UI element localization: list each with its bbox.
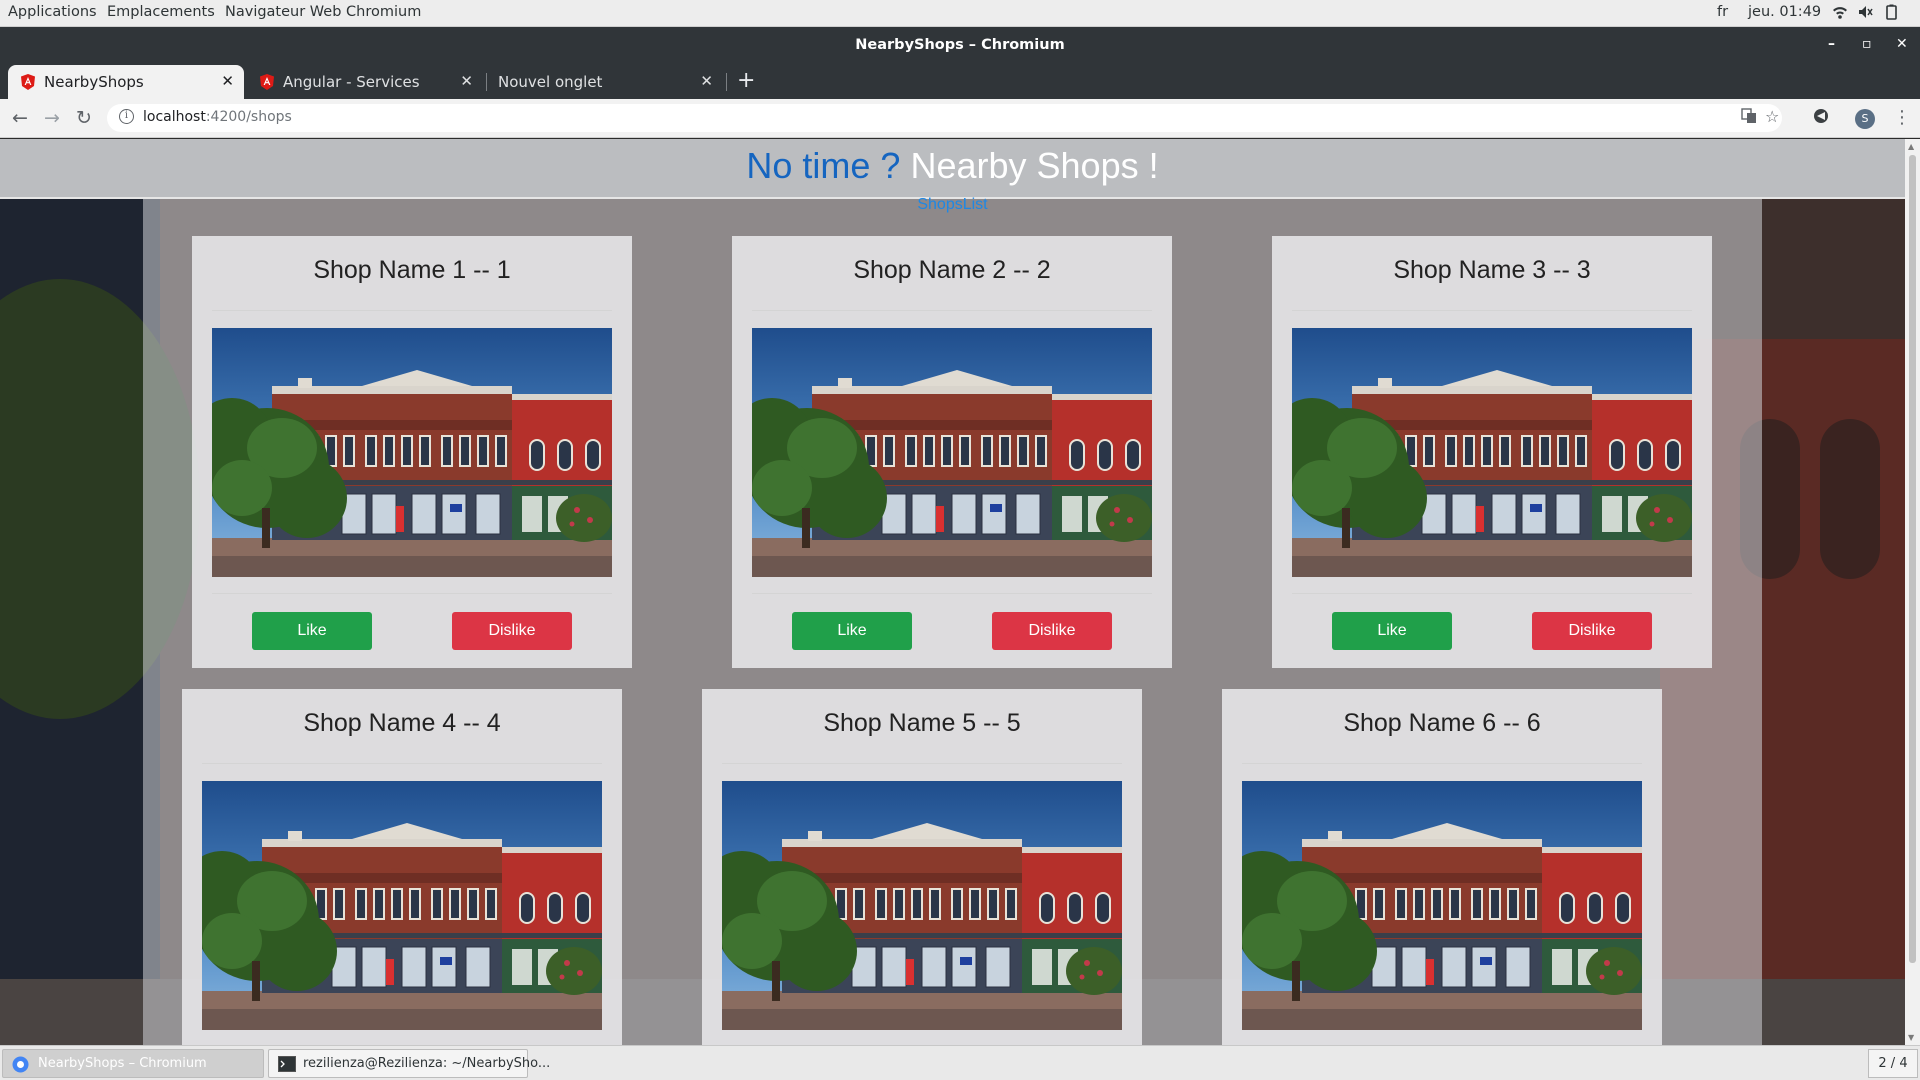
close-window-icon[interactable]: ✕ [1896, 36, 1908, 52]
scroll-down-arrow-icon[interactable]: ▼ [1908, 1033, 1914, 1042]
shop-card: Shop Name 1 -- 1 Like Dislike [192, 236, 632, 668]
kebab-menu-icon[interactable]: ⋮ [1893, 107, 1911, 128]
page-header: No time ? Nearby Shops ! [0, 139, 1905, 199]
taskbar-label: rezilienza@Rezilienza: ~/NearbySho... [303, 1056, 551, 1071]
like-button[interactable]: Like [1332, 612, 1452, 650]
tab-close-icon[interactable]: ✕ [221, 72, 234, 90]
applications-menu[interactable]: Applications [8, 4, 97, 20]
tab-label: Nouvel onglet [498, 73, 603, 91]
divider [212, 593, 612, 594]
taskbar-label: NearbyShops – Chromium [38, 1056, 207, 1071]
translate-icon[interactable] [1741, 108, 1757, 128]
bottom-taskbar: NearbyShops – Chromium rezilienza@Rezili… [0, 1045, 1920, 1080]
shop-name: Shop Name 6 -- 6 [1343, 709, 1541, 737]
shops-container: Shop Name 1 -- 1 Like Dislike Shop Name … [143, 199, 1762, 1045]
angular-icon [260, 74, 274, 90]
like-button[interactable]: Like [792, 612, 912, 650]
back-arrow-icon[interactable]: ← [12, 107, 28, 129]
window-title: NearbyShops – Chromium [855, 37, 1065, 53]
reload-icon[interactable]: ↻ [76, 107, 92, 129]
shop-name: Shop Name 1 -- 1 [313, 256, 511, 284]
scroll-up-arrow-icon[interactable]: ▲ [1908, 142, 1914, 151]
app-menu[interactable]: Navigateur Web Chromium [225, 4, 421, 20]
tab-label: NearbyShops [44, 73, 144, 91]
window-title-bar: NearbyShops – Chromium – ▫ ✕ [0, 27, 1920, 65]
dislike-button[interactable]: Dislike [992, 612, 1112, 650]
shop-photo [722, 781, 1122, 1030]
clock[interactable]: jeu. 01:49 [1748, 4, 1821, 20]
shop-photo [752, 328, 1152, 577]
shop-card: Shop Name 3 -- 3 Like Dislike [1272, 236, 1712, 668]
profile-avatar[interactable]: S [1855, 109, 1875, 129]
scrollbar-thumb[interactable] [1909, 155, 1916, 963]
places-menu[interactable]: Emplacements [107, 4, 215, 20]
maximize-icon[interactable]: ▫ [1862, 36, 1872, 52]
workspace-indicator[interactable]: 2 / 4 [1868, 1049, 1918, 1078]
page-title: No time ? Nearby Shops ! [746, 145, 1159, 186]
shop-name: Shop Name 5 -- 5 [823, 709, 1021, 737]
site-info-icon[interactable]: i [119, 109, 134, 124]
divider [722, 763, 1122, 764]
terminal-icon [278, 1056, 296, 1076]
tab-new-tab[interactable]: Nouvel onglet ✕ [487, 65, 723, 99]
shop-card: Shop Name 4 -- 4 [182, 689, 622, 1045]
shop-name: Shop Name 4 -- 4 [303, 709, 501, 737]
shop-card: Shop Name 5 -- 5 [702, 689, 1142, 1045]
address-bar[interactable]: i localhost:4200/shops ☆ [107, 104, 1782, 132]
shop-photo [1292, 328, 1692, 577]
divider [1292, 593, 1692, 594]
shop-name: Shop Name 3 -- 3 [1393, 256, 1591, 284]
shop-name: Shop Name 2 -- 2 [853, 256, 1051, 284]
shop-photo [1242, 781, 1642, 1030]
divider [212, 310, 612, 311]
taskbar-item-chromium[interactable]: NearbyShops – Chromium [2, 1049, 264, 1078]
volume-icon[interactable] [1857, 4, 1873, 24]
divider [1292, 310, 1692, 311]
chromium-icon [12, 1056, 29, 1077]
divider [752, 593, 1152, 594]
divider [202, 763, 602, 764]
like-button[interactable]: Like [252, 612, 372, 650]
system-top-bar: Applications Emplacements Navigateur Web… [0, 0, 1920, 27]
shop-card: Shop Name 6 -- 6 [1222, 689, 1662, 1045]
forward-arrow-icon[interactable]: → [44, 107, 60, 129]
shop-card: Shop Name 2 -- 2 Like Dislike [732, 236, 1172, 668]
shopslist-nav-link[interactable]: ShopsList [0, 196, 1905, 214]
dislike-button[interactable]: Dislike [452, 612, 572, 650]
angular-icon [21, 74, 35, 90]
page-viewport: No time ? Nearby Shops ! Shop Name 1 -- … [0, 139, 1905, 1045]
dislike-button[interactable]: Dislike [1532, 612, 1652, 650]
minimize-icon[interactable]: – [1828, 36, 1835, 52]
tab-angular-services[interactable]: Angular - Services ✕ [247, 65, 483, 99]
url-text[interactable]: localhost:4200/shops [143, 109, 292, 125]
divider [752, 310, 1152, 311]
keyboard-layout-indicator[interactable]: fr [1717, 4, 1728, 20]
wifi-icon[interactable] [1832, 4, 1848, 24]
taskbar-item-terminal[interactable]: rezilienza@Rezilienza: ~/NearbySho... [268, 1049, 550, 1078]
tab-nearbyshops[interactable]: NearbyShops ✕ [8, 65, 244, 99]
shop-photo [212, 328, 612, 577]
shop-photo [202, 781, 602, 1030]
divider [1242, 763, 1642, 764]
tab-close-icon[interactable]: ✕ [460, 72, 473, 90]
new-tab-plus-icon[interactable]: + [737, 68, 755, 93]
battery-icon[interactable] [1883, 4, 1899, 25]
tab-strip: NearbyShops ✕ Angular - Services ✕ Nouve… [0, 65, 1920, 99]
tab-label: Angular - Services [283, 73, 420, 91]
extension-icon[interactable] [1812, 107, 1830, 130]
browser-toolbar: ← → ↻ i localhost:4200/shops ☆ S ⋮ [0, 99, 1920, 138]
bookmark-star-icon[interactable]: ☆ [1765, 107, 1779, 126]
tab-close-icon[interactable]: ✕ [700, 72, 713, 90]
tab-separator [726, 73, 727, 91]
page-scrollbar[interactable]: ▲ ▼ [1905, 139, 1920, 1045]
